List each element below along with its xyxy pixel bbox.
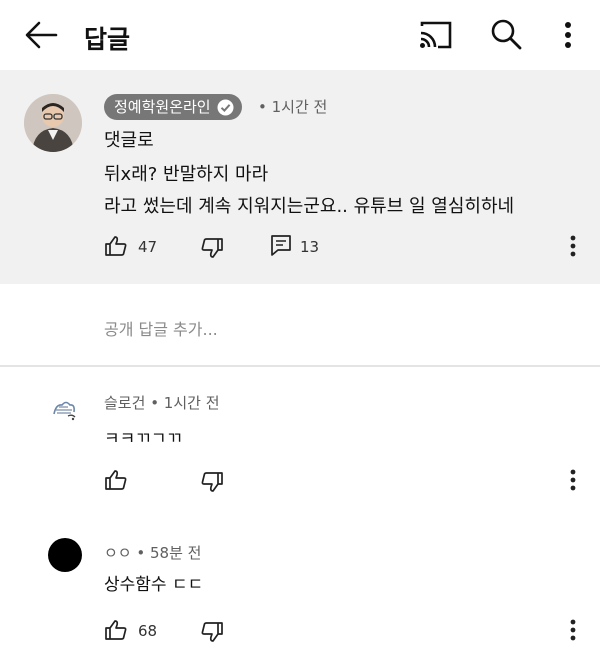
back-arrow-icon[interactable] (24, 20, 58, 50)
reply-header: 슬로건 • 1시간 전 (104, 392, 220, 413)
reply-count: 13 (300, 238, 320, 256)
add-reply-input[interactable]: 공개 답글 추가... (104, 316, 218, 340)
search-icon[interactable] (490, 18, 522, 50)
more-vert-icon[interactable] (568, 468, 578, 492)
comment-time: • 1시간 전 (150, 394, 220, 412)
author-name: 정예학원온라인 (114, 98, 211, 116)
author-chip[interactable]: 정예학원온라인 (104, 94, 242, 120)
thumbs-up-icon[interactable] (104, 468, 128, 492)
reply-comment: 슬로건 • 1시간 전 ㅋㅋㄲㄱㄲ (0, 380, 600, 510)
person-avatar-icon (24, 94, 82, 152)
avatar[interactable] (24, 94, 82, 152)
like-count: 47 (138, 238, 158, 256)
comment-text-line: 뒤x래? 반말하지 마라 (104, 164, 269, 185)
reply-icon[interactable] (270, 234, 292, 256)
comment-text: 상수함수 ㄷㄷ (104, 575, 204, 595)
comment-time: • 58분 전 (136, 544, 202, 562)
comment-actions: 68 (104, 618, 584, 648)
author-name[interactable]: ㅇㅇ (104, 544, 132, 562)
author-name[interactable]: 슬로건 (104, 394, 145, 412)
thumbs-up-icon[interactable] (104, 618, 128, 642)
sketch-avatar-icon (53, 401, 76, 421)
page-title: 답글 (84, 25, 131, 54)
comment-actions: 47 13 (104, 234, 584, 264)
thumbs-up-icon[interactable] (104, 234, 128, 258)
thumbs-down-icon[interactable] (200, 620, 224, 644)
verified-check-icon (217, 99, 234, 115)
comment-text: ㅋㅋㄲㄱㄲ (104, 429, 183, 449)
divider (0, 365, 600, 367)
reply-header: ㅇㅇ • 58분 전 (104, 542, 201, 563)
more-vert-icon[interactable] (558, 20, 578, 50)
thumbs-down-icon[interactable] (200, 470, 224, 494)
comment-time: • 1시간 전 (258, 98, 328, 116)
comment-text-line: 댓글로 (104, 130, 154, 151)
thumbs-down-icon[interactable] (200, 236, 224, 260)
parent-comment: 정예학원온라인 • 1시간 전 댓글로 뒤x래? 반말하지 마라 라고 썼는데 … (0, 70, 600, 284)
more-vert-icon[interactable] (568, 234, 578, 258)
avatar[interactable] (48, 538, 82, 572)
like-count: 68 (138, 622, 158, 640)
comment-text-line: 라고 썼는데 계속 지워지는군요.. 유튜브 일 열심히하네 (104, 196, 515, 217)
comment-actions (104, 468, 584, 498)
more-vert-icon[interactable] (568, 618, 578, 642)
cast-icon[interactable] (418, 20, 452, 50)
avatar[interactable] (48, 392, 82, 426)
top-app-bar: 답글 (0, 0, 600, 70)
reply-comment: ㅇㅇ • 58분 전 상수함수 ㄷㄷ 68 (0, 532, 600, 662)
